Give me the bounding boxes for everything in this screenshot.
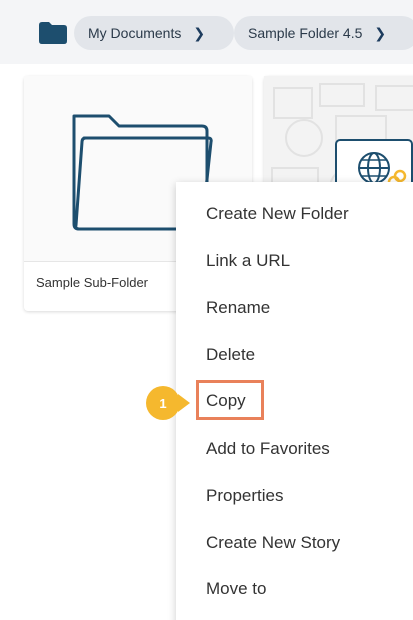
chevron-right-icon: ❯ <box>193 24 206 41</box>
step-number: 1 <box>159 395 167 411</box>
menu-item-create-new-folder[interactable]: Create New Folder <box>206 204 349 224</box>
menu-item-delete[interactable]: Delete <box>206 345 255 365</box>
menu-item-copy[interactable]: Copy <box>206 391 246 411</box>
folder-icon[interactable] <box>39 22 67 44</box>
breadcrumb-label: Sample Folder 4.5 <box>248 25 363 41</box>
menu-item-properties[interactable]: Properties <box>206 486 283 506</box>
menu-item-add-to-favorites[interactable]: Add to Favorites <box>206 439 330 459</box>
breadcrumb: My Documents ❯ Sample Folder 4.5 ❯ <box>0 0 413 64</box>
breadcrumb-item-sample-folder[interactable]: Sample Folder 4.5 ❯ <box>234 16 413 50</box>
step-number-badge: 1 <box>146 386 190 420</box>
menu-item-create-new-story[interactable]: Create New Story <box>206 533 340 553</box>
context-menu: Create New Folder Link a URL Rename Dele… <box>176 182 413 620</box>
menu-item-move-to[interactable]: Move to <box>206 579 266 599</box>
folder-name: Sample Sub-Folder <box>36 275 148 290</box>
breadcrumb-item-my-documents[interactable]: My Documents ❯ <box>74 16 234 50</box>
menu-item-link-a-url[interactable]: Link a URL <box>206 251 290 271</box>
breadcrumb-label: My Documents <box>88 25 182 41</box>
arrow-icon <box>178 394 190 412</box>
menu-item-rename[interactable]: Rename <box>206 298 270 318</box>
chevron-right-icon: ❯ <box>374 24 387 41</box>
